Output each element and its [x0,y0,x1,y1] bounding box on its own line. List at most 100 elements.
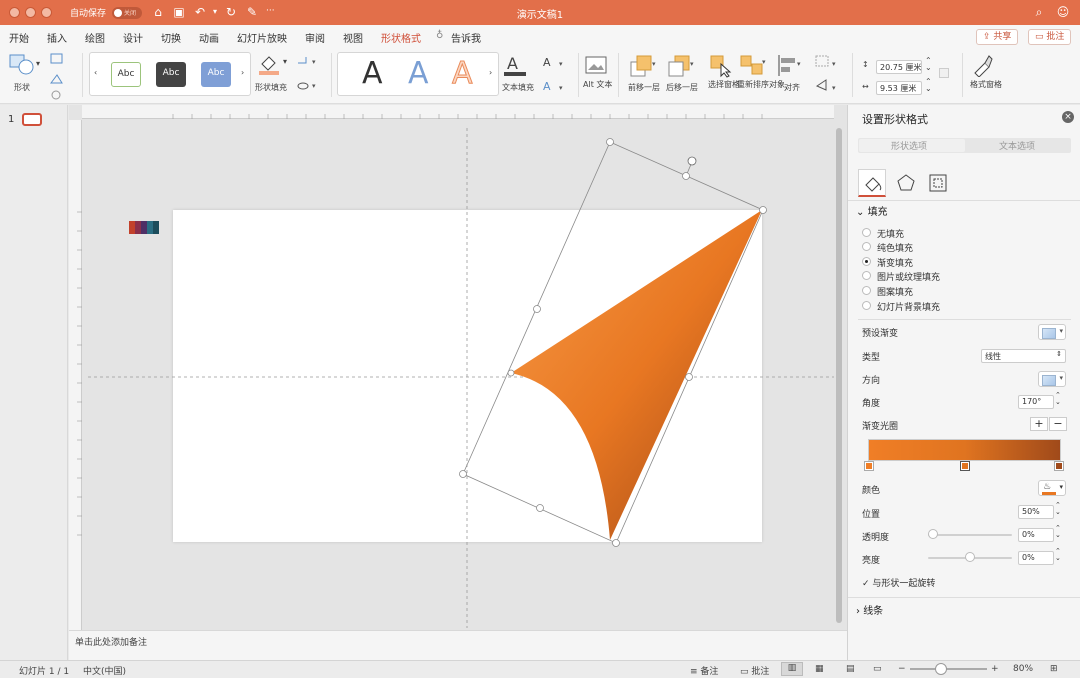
gradient-stop-1[interactable] [864,461,874,471]
reading-view-icon[interactable]: ▤ [846,664,855,674]
shapes-dropdown-icon[interactable]: ▾ [36,59,40,68]
tab-text-options[interactable]: 文本选项 [999,139,1035,152]
zoom-slider[interactable] [910,668,987,670]
slide-sorter-view-icon[interactable]: ▦ [815,664,824,674]
wordart-next-icon[interactable]: › [489,68,492,77]
slideshow-view-icon[interactable]: ▭ [873,664,882,674]
size-properties-tab[interactable] [924,169,952,197]
tab-shape-format[interactable]: 形状格式 [381,30,421,50]
direction-picker[interactable] [1038,371,1066,387]
brightness-field[interactable]: 0% [1018,551,1054,565]
type-select[interactable]: 线性 ⇕ [981,349,1066,363]
radio-selected [862,257,871,266]
alt-text-icon[interactable] [585,55,609,77]
tab-draw[interactable]: 绘图 [85,30,105,45]
gallery-next-icon[interactable]: › [241,68,244,77]
shape-style-2[interactable]: Abc [156,62,186,87]
rotate-with-shape-checkbox[interactable]: ✓ 与形状一起旋转 [862,576,935,589]
transparency-stepper[interactable]: ⌃ ⌄ [1055,525,1061,539]
account-icon[interactable]: ☺ [1056,5,1070,19]
comments-button[interactable]: ▭ 批注 [1028,29,1072,45]
height-field[interactable]: 20.75 厘米 [876,60,922,74]
language-indicator[interactable]: 中文(中国) [83,664,126,677]
position-stepper[interactable]: ⌃ ⌄ [1055,502,1061,516]
angle-field[interactable]: 170° [1018,395,1054,409]
format-pane-icon[interactable] [971,53,995,77]
comment-icon: ▭ [1035,32,1047,42]
fit-to-window-icon[interactable]: ⊞ [1050,664,1058,674]
preset-gradient-picker[interactable] [1038,324,1066,340]
text-fill-icon[interactable]: A [503,53,527,77]
tab-tell-me[interactable]: 告诉我 [451,30,481,45]
add-stop-button[interactable]: + [1030,417,1048,431]
document-title: 演示文稿1 [516,10,564,21]
tab-slideshow[interactable]: 幻灯片放映 [237,30,287,45]
shapes-label: 形状 [14,83,30,92]
notes-toggle[interactable]: ≡ 备注 [690,664,718,677]
tab-animations[interactable]: 动画 [199,30,219,45]
fill-section-header[interactable]: ⌄ 填充 [856,203,888,218]
width-stepper[interactable]: ⌃ ⌄ [925,78,932,93]
wordart-style-2[interactable]: A [408,59,429,89]
outline-effects-icons[interactable]: ▾ ▾ [296,55,324,95]
transparency-field[interactable]: 0% [1018,528,1054,542]
effects-tab[interactable] [892,169,920,197]
transparency-slider-knob[interactable] [928,529,938,539]
zoom-level[interactable]: 80% [1013,664,1033,674]
gradient-stop-2-selected[interactable] [960,461,970,471]
divider [848,200,1080,201]
angle-stepper[interactable]: ⌃ ⌄ [1055,392,1061,406]
fill-line-tab[interactable] [858,169,886,197]
slide[interactable] [173,210,762,542]
brightness-stepper[interactable]: ⌃ ⌄ [1055,548,1061,562]
gradient-stops-label: 渐变光圈 [862,422,899,432]
close-panel-icon[interactable]: × [1062,111,1074,123]
gradient-stops-bar[interactable] [868,439,1061,461]
text-fill-label: 文本填充 [502,83,534,92]
tab-transitions[interactable]: 切换 [161,30,181,45]
height-stepper[interactable]: ⌃ ⌄ [925,57,932,72]
shape-style-1[interactable]: Abc [111,62,141,87]
align-icon[interactable]: ▾ [776,54,804,78]
share-button[interactable]: ⇪ 共享 [976,29,1019,45]
selection-pane-icon[interactable] [709,54,733,78]
width-field[interactable]: 9.53 厘米 [876,81,922,95]
position-field[interactable]: 50% [1018,505,1054,519]
wordart-style-1[interactable]: A [362,59,383,89]
zoom-slider-knob[interactable] [935,663,947,675]
bring-forward-icon[interactable]: ▾ [630,54,658,80]
tab-insert[interactable]: 插入 [47,30,67,45]
shape-fill-dropdown-icon[interactable]: ▾ [283,57,287,66]
shapes-icon[interactable] [9,53,35,75]
group-rotate-icons[interactable]: ▾ ▾ [814,54,842,96]
svg-text:▾: ▾ [559,60,563,68]
search-icon[interactable]: ⌕ [1032,5,1046,19]
gallery-prev-icon[interactable]: ‹ [94,68,97,77]
lock-aspect-icon[interactable] [939,68,949,78]
paint-bucket-icon[interactable] [257,52,281,76]
color-picker[interactable]: ♨ ▾ [1038,480,1066,496]
text-outline-effects-icons[interactable]: A ▾ A ▾ [541,54,571,96]
vertical-scrollbar[interactable] [836,128,842,623]
transparency-slider[interactable] [928,534,1012,536]
line-section-header[interactable]: › 线条 [856,602,883,617]
shape-style-3[interactable]: Abc [201,62,231,87]
tab-design[interactable]: 设计 [123,30,143,45]
slide-thumbnail[interactable] [22,113,42,126]
send-backward-icon[interactable]: ▾ [668,54,696,80]
normal-view-icon[interactable]: ▥ [781,662,803,676]
wordart-style-3[interactable]: A [452,58,474,89]
notes-pane[interactable]: 单击此处添加备注 [69,630,847,660]
zoom-out-icon[interactable]: − [898,664,906,674]
zoom-in-icon[interactable]: + [991,664,999,674]
brightness-slider-knob[interactable] [965,552,975,562]
tab-home[interactable]: 开始 [9,30,29,45]
comments-toggle[interactable]: ▭ 批注 [740,664,769,677]
tab-shape-options[interactable]: 形状选项 [891,139,927,152]
reorder-objects-icon[interactable]: ▾ [740,54,768,78]
gradient-stop-3[interactable] [1054,461,1064,471]
edit-shape-icons[interactable] [49,53,65,101]
tab-view[interactable]: 视图 [343,30,363,45]
remove-stop-button[interactable]: − [1049,417,1067,431]
tab-review[interactable]: 审阅 [305,30,325,45]
